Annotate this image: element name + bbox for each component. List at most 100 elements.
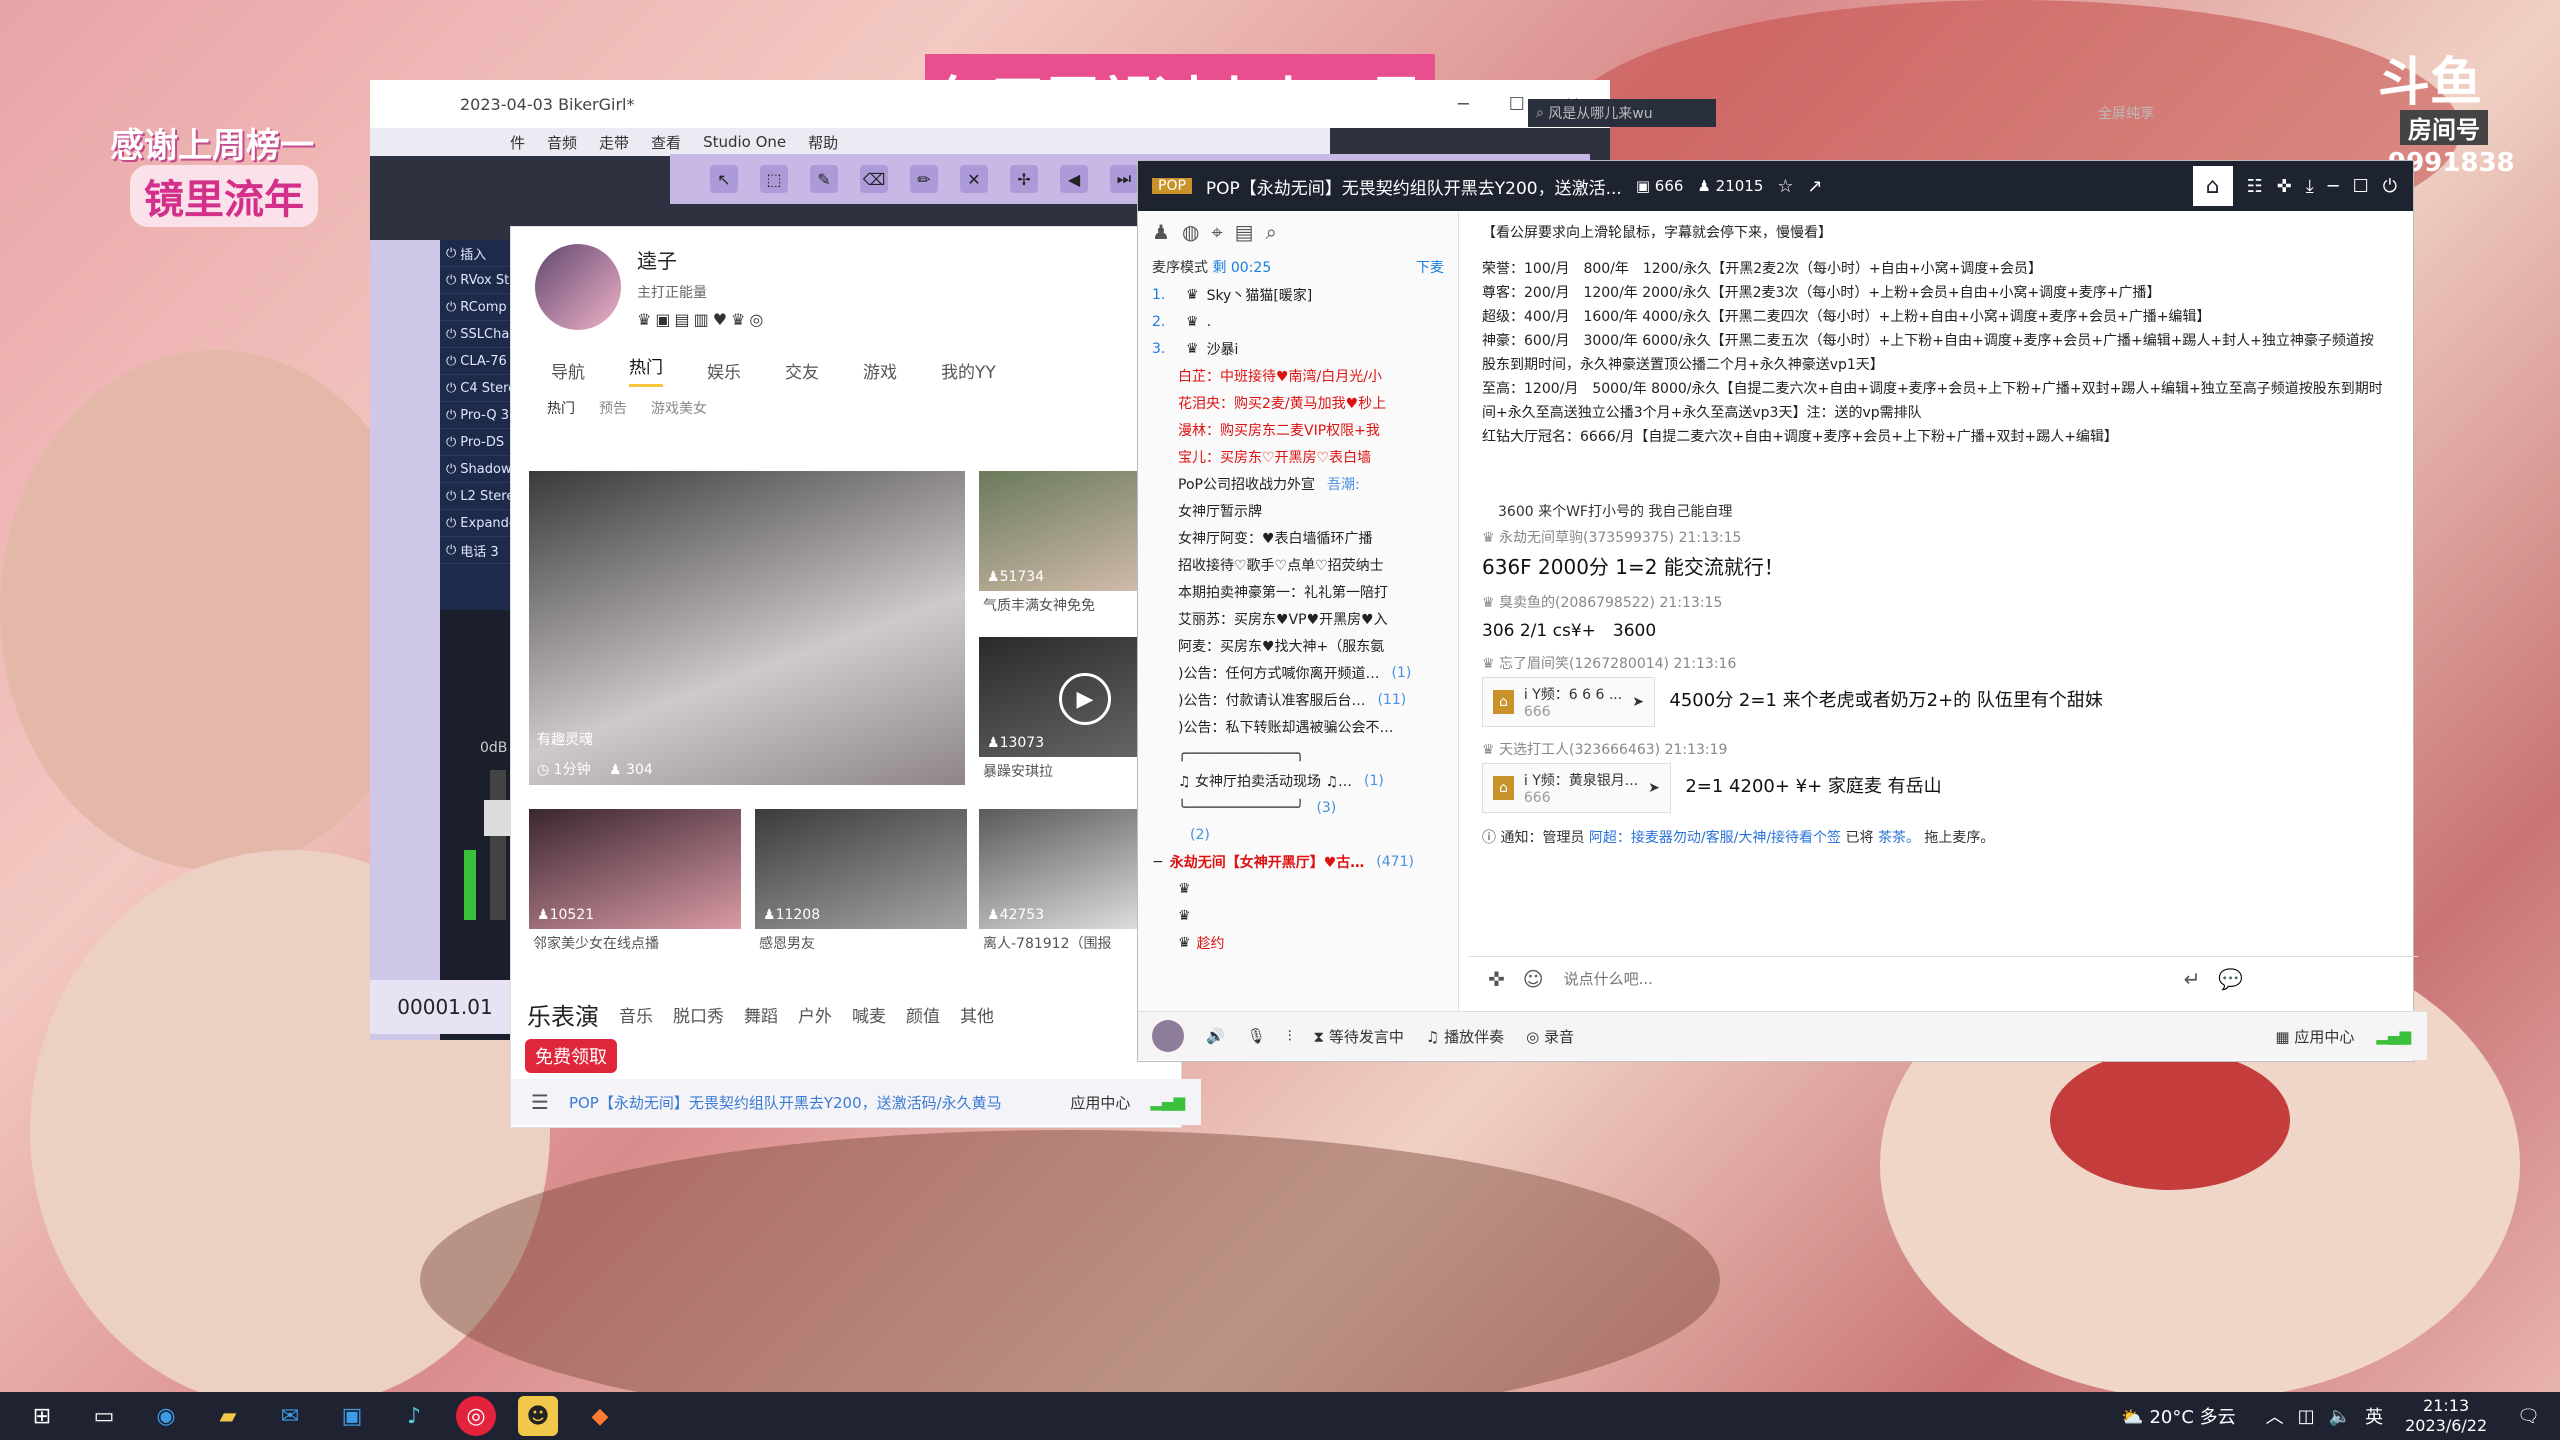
msg-user[interactable]: 天选打工人(323666463): [1499, 742, 1660, 758]
avatar[interactable]: [535, 244, 621, 330]
msg-user[interactable]: 臭卖鱼的(2086798522): [1499, 595, 1655, 611]
douyu-icon[interactable]: ◆: [580, 1396, 620, 1436]
listen-tool-icon[interactable]: ◀: [1060, 165, 1088, 193]
channel-member[interactable]: ♛: [1138, 875, 1458, 902]
app-center-button[interactable]: ▦ 应用中心: [2275, 1026, 2354, 1047]
fullscreen-toggle[interactable]: 全屏纯享: [2098, 103, 2154, 123]
chat-input[interactable]: [1561, 969, 2166, 989]
network-icon[interactable]: ◫: [2298, 1406, 2315, 1427]
channel-item[interactable]: (2): [1138, 821, 1458, 848]
bend-tool-icon[interactable]: ✢: [1010, 165, 1038, 193]
channel-item[interactable]: ╰─────────────╯ (3): [1138, 794, 1458, 821]
list-icon[interactable]: ☷: [2247, 176, 2263, 197]
speaker-icon[interactable]: 🔊: [1206, 1027, 1225, 1045]
menu-studio-one[interactable]: Studio One: [703, 133, 786, 151]
volume-fader[interactable]: [484, 770, 512, 920]
channel-item[interactable]: 阿麦：买房东♥找大神+（服东氨: [1138, 632, 1458, 659]
share-icon[interactable]: ↗: [1808, 176, 1823, 197]
channel-item[interactable]: 女神厅暂示牌: [1138, 497, 1458, 524]
location-icon[interactable]: ⌖: [1211, 220, 1222, 244]
app-center-link[interactable]: 应用中心: [1070, 1092, 1130, 1113]
mail-icon[interactable]: ✉: [270, 1396, 310, 1436]
stream-tile[interactable]: ♟10521: [529, 809, 741, 929]
channel-item[interactable]: )公告：付款请认准客服后台… (11): [1138, 686, 1458, 713]
star-icon[interactable]: ☆: [1777, 176, 1793, 197]
channel-item[interactable]: 宝儿：买房东♡开黑房♡表白墙: [1138, 443, 1458, 470]
gamepad-icon[interactable]: ✜: [1488, 967, 1505, 991]
split-tool-icon[interactable]: ✎: [810, 165, 838, 193]
channel-item-active[interactable]: − 永劫无间【女神开黑厅】♥古… (471): [1138, 848, 1458, 875]
channel-card[interactable]: ⌂ i Y频：6 6 6 ... 666 ➤: [1482, 677, 1655, 727]
arrow-tool-icon[interactable]: ↖: [710, 165, 738, 193]
queue-item[interactable]: 2. ♛.: [1138, 308, 1458, 335]
task-view-icon[interactable]: ▭: [84, 1396, 124, 1436]
chat-bubble-icon[interactable]: 💬: [2218, 967, 2243, 991]
yy-icon[interactable]: ☻: [518, 1396, 558, 1436]
edge-icon[interactable]: ◉: [146, 1396, 186, 1436]
play-accompaniment-button[interactable]: ♫ 播放伴奏: [1426, 1026, 1504, 1047]
channel-item[interactable]: ╭─────────────╮: [1138, 740, 1458, 767]
channel-item[interactable]: PoP公司招收战力外宣 吾潮:: [1138, 470, 1458, 497]
channel-item[interactable]: )公告：任何方式喊你离开频道… (1): [1138, 659, 1458, 686]
channel-item[interactable]: 艾丽苏：买房东♥VP♥开黑房♥入: [1138, 605, 1458, 632]
leave-mic-button[interactable]: 下麦: [1416, 257, 1444, 277]
weather[interactable]: ⛅ 20°C 多云: [2121, 1403, 2235, 1429]
tab-games[interactable]: 游戏: [863, 358, 897, 383]
tab-entertainment[interactable]: 娱乐: [707, 358, 741, 383]
home-icon[interactable]: ⌂: [2192, 166, 2233, 206]
skip-icon[interactable]: ⏭: [1110, 165, 1138, 193]
featured-stream-tile[interactable]: 有趣灵魂 ◷ 1分钟 ♟ 304: [529, 471, 965, 785]
volume-icon[interactable]: 🔈: [2329, 1406, 2351, 1427]
gamepad-icon[interactable]: ✜: [2277, 176, 2292, 197]
minimize-icon[interactable]: ─: [2328, 176, 2339, 197]
netease-music-icon[interactable]: ◎: [456, 1396, 496, 1436]
subtab-preview[interactable]: 预告: [599, 398, 627, 418]
eraser-tool-icon[interactable]: ⌫: [860, 165, 888, 193]
user-icon[interactable]: ♟: [1152, 220, 1170, 244]
menu-file[interactable]: 件: [510, 132, 525, 153]
fader-handle[interactable]: [484, 800, 512, 836]
channel-item[interactable]: 白芷：中班接待♥南湾/白月光/小: [1138, 362, 1458, 389]
cat-other[interactable]: 其他: [960, 1002, 994, 1027]
maximize-icon[interactable]: ☐: [2353, 176, 2369, 197]
windows-start-icon[interactable]: ⊞: [22, 1396, 62, 1436]
menu-view[interactable]: 查看: [651, 132, 681, 153]
channel-item[interactable]: 漫林：购买房东二麦VIP权限+我: [1138, 416, 1458, 443]
avatar[interactable]: [1152, 1020, 1184, 1052]
msg-user[interactable]: 忘了眉间笑(1267280014): [1499, 656, 1669, 672]
notes-icon[interactable]: ▤: [1235, 220, 1254, 244]
cat-looks[interactable]: 颜值: [906, 1002, 940, 1027]
mic-icon[interactable]: ◍: [1182, 220, 1199, 244]
user-link[interactable]: 茶茶。: [1878, 830, 1920, 846]
tab-hot[interactable]: 热门: [629, 353, 663, 387]
subtab-hot[interactable]: 热门: [547, 398, 575, 418]
free-claim-button[interactable]: 免费领取: [525, 1039, 617, 1073]
admin-link[interactable]: 阿超：接麦器勿动/客服/大神/接待看个签: [1589, 830, 1841, 846]
tab-nav[interactable]: 导航: [551, 358, 585, 383]
record-button[interactable]: ◎ 录音: [1526, 1026, 1574, 1047]
store-icon[interactable]: ▣: [332, 1396, 372, 1436]
menu-transport[interactable]: 走带: [599, 132, 629, 153]
cat-rap[interactable]: 喊麦: [852, 1002, 886, 1027]
input-language[interactable]: 英: [2365, 1403, 2383, 1429]
search-box[interactable]: ⌕ 风是从哪儿来wu: [1528, 99, 1716, 127]
emoji-icon[interactable]: ☺: [1523, 967, 1544, 991]
cat-talk[interactable]: 脱口秀: [673, 1002, 724, 1027]
cat-dance[interactable]: 舞蹈: [744, 1002, 778, 1027]
tab-my-yy[interactable]: 我的YY: [941, 358, 996, 383]
download-icon[interactable]: ⤓: [2306, 176, 2314, 197]
channel-item[interactable]: ♫ 女神厅拍卖活动现场 ♫… (1): [1138, 767, 1458, 794]
file-explorer-icon[interactable]: ▰: [208, 1396, 248, 1436]
send-icon[interactable]: ↵: [2184, 967, 2201, 991]
tab-social[interactable]: 交友: [785, 358, 819, 383]
channel-card[interactable]: ⌂ i Y频：黄泉银月... 666 ➤: [1482, 763, 1671, 813]
menu-audio[interactable]: 音频: [547, 132, 577, 153]
channel-item[interactable]: )公告：私下转账却遇被骗公会不…: [1138, 713, 1458, 740]
queue-item[interactable]: 3. ♛ 沙暴i: [1138, 335, 1458, 362]
msg-user[interactable]: 永劫无间草驹(373599375): [1499, 530, 1674, 546]
channel-item[interactable]: 花泪央：购买2麦/黄马加我♥秒上: [1138, 389, 1458, 416]
queue-item[interactable]: 1. ♛ Sky丶猫猫[暖家]: [1138, 281, 1458, 308]
range-tool-icon[interactable]: ⬚: [760, 165, 788, 193]
current-channel-name[interactable]: POP【永劫无间】无畏契约组队开黑去Y200，送激活码/永久黄马: [569, 1092, 1002, 1113]
channel-member[interactable]: ♛ 趁约: [1138, 929, 1458, 956]
